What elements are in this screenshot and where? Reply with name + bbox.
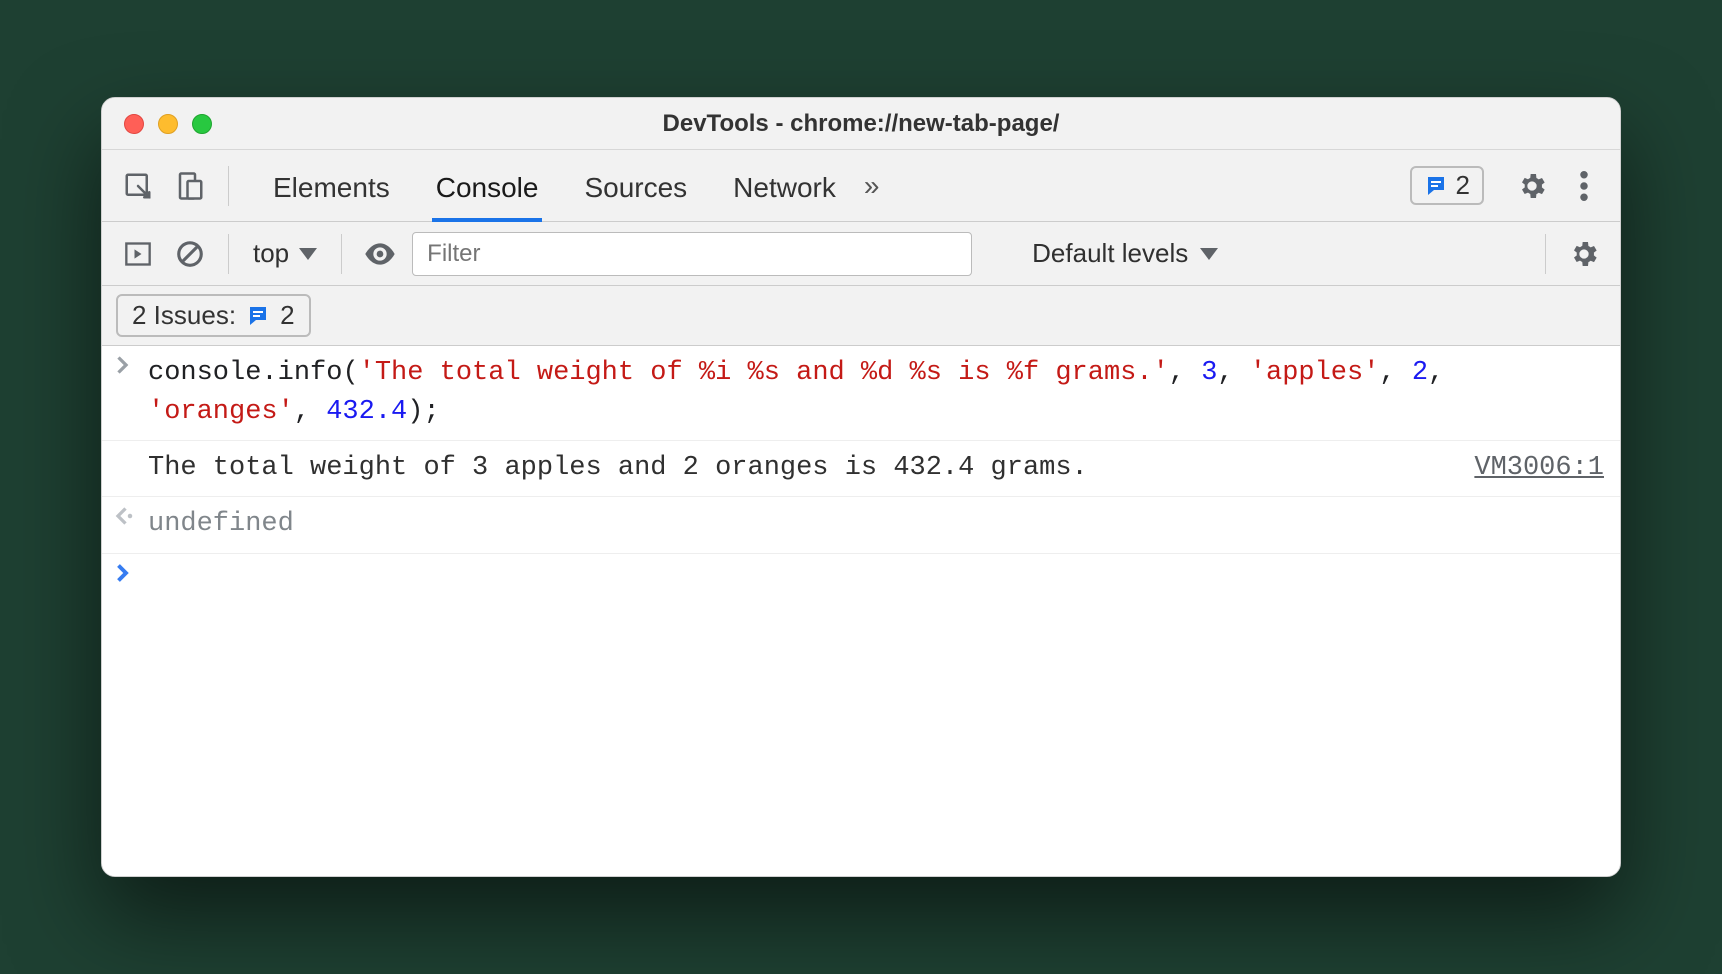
filter-input[interactable] <box>412 232 972 276</box>
console-toolbar: top Default levels <box>102 222 1620 286</box>
more-tabs-button[interactable]: » <box>848 170 896 202</box>
gear-icon <box>1516 170 1548 202</box>
kebab-icon <box>1580 171 1588 201</box>
context-selector[interactable]: top <box>247 238 323 269</box>
tabbar: Elements Console Sources Network » 2 <box>102 150 1620 222</box>
inspect-element-icon[interactable] <box>118 166 158 206</box>
titlebar: DevTools - chrome://new-tab-page/ <box>102 98 1620 150</box>
divider <box>341 234 342 274</box>
return-chevron-icon <box>114 505 148 525</box>
divider <box>228 166 229 206</box>
console-output-text: The total weight of 3 apples and 2 orang… <box>148 449 1454 488</box>
console-output-row: The total weight of 3 apples and 2 orang… <box>102 441 1620 497</box>
filter-field-wrap <box>412 232 972 276</box>
issues-badge[interactable]: 2 <box>1410 166 1484 205</box>
console-return-row: undefined <box>102 497 1620 553</box>
issues-pill[interactable]: 2 Issues: 2 <box>116 294 311 337</box>
tab-network[interactable]: Network <box>733 154 836 218</box>
more-menu-button[interactable] <box>1564 166 1604 206</box>
issues-badge-count: 2 <box>1456 170 1470 201</box>
chevron-down-icon <box>1200 248 1218 260</box>
tab-console[interactable]: Console <box>436 154 539 218</box>
input-chevron-icon <box>114 354 148 374</box>
console-return-value: undefined <box>148 505 1604 544</box>
console-input-code[interactable]: console.info('The total weight of %i %s … <box>148 354 1604 432</box>
issues-bar: 2 Issues: 2 <box>102 286 1620 346</box>
clear-console-button[interactable] <box>170 234 210 274</box>
live-expression-button[interactable] <box>360 234 400 274</box>
toggle-sidebar-icon[interactable] <box>118 234 158 274</box>
issue-icon <box>246 304 270 328</box>
console-input-row: console.info('The total weight of %i %s … <box>102 346 1620 441</box>
chevron-down-icon <box>299 248 317 260</box>
devtools-window: DevTools - chrome://new-tab-page/ Elemen… <box>101 97 1621 877</box>
gear-icon <box>1568 238 1600 270</box>
console-prompt-row[interactable] <box>102 554 1620 590</box>
window-title: DevTools - chrome://new-tab-page/ <box>102 110 1620 138</box>
output-gutter-spacer <box>114 449 148 451</box>
console-body: console.info('The total weight of %i %s … <box>102 346 1620 876</box>
panel-tabs: Elements Console Sources Network <box>273 154 836 218</box>
source-link[interactable]: VM3006:1 <box>1474 449 1604 488</box>
issues-label: 2 Issues: <box>132 300 236 331</box>
log-levels-selector[interactable]: Default levels <box>1032 238 1218 269</box>
console-settings-button[interactable] <box>1564 234 1604 274</box>
device-toolbar-icon[interactable] <box>170 166 210 206</box>
settings-button[interactable] <box>1512 166 1552 206</box>
log-levels-label: Default levels <box>1032 238 1188 269</box>
context-label: top <box>253 238 289 269</box>
issue-icon <box>1424 174 1448 198</box>
divider <box>228 234 229 274</box>
prompt-chevron-icon <box>114 562 148 582</box>
tab-elements[interactable]: Elements <box>273 154 390 218</box>
ban-icon <box>175 239 205 269</box>
eye-icon <box>364 242 396 266</box>
issues-count: 2 <box>280 300 294 331</box>
tab-sources[interactable]: Sources <box>584 154 687 218</box>
divider <box>1545 234 1546 274</box>
